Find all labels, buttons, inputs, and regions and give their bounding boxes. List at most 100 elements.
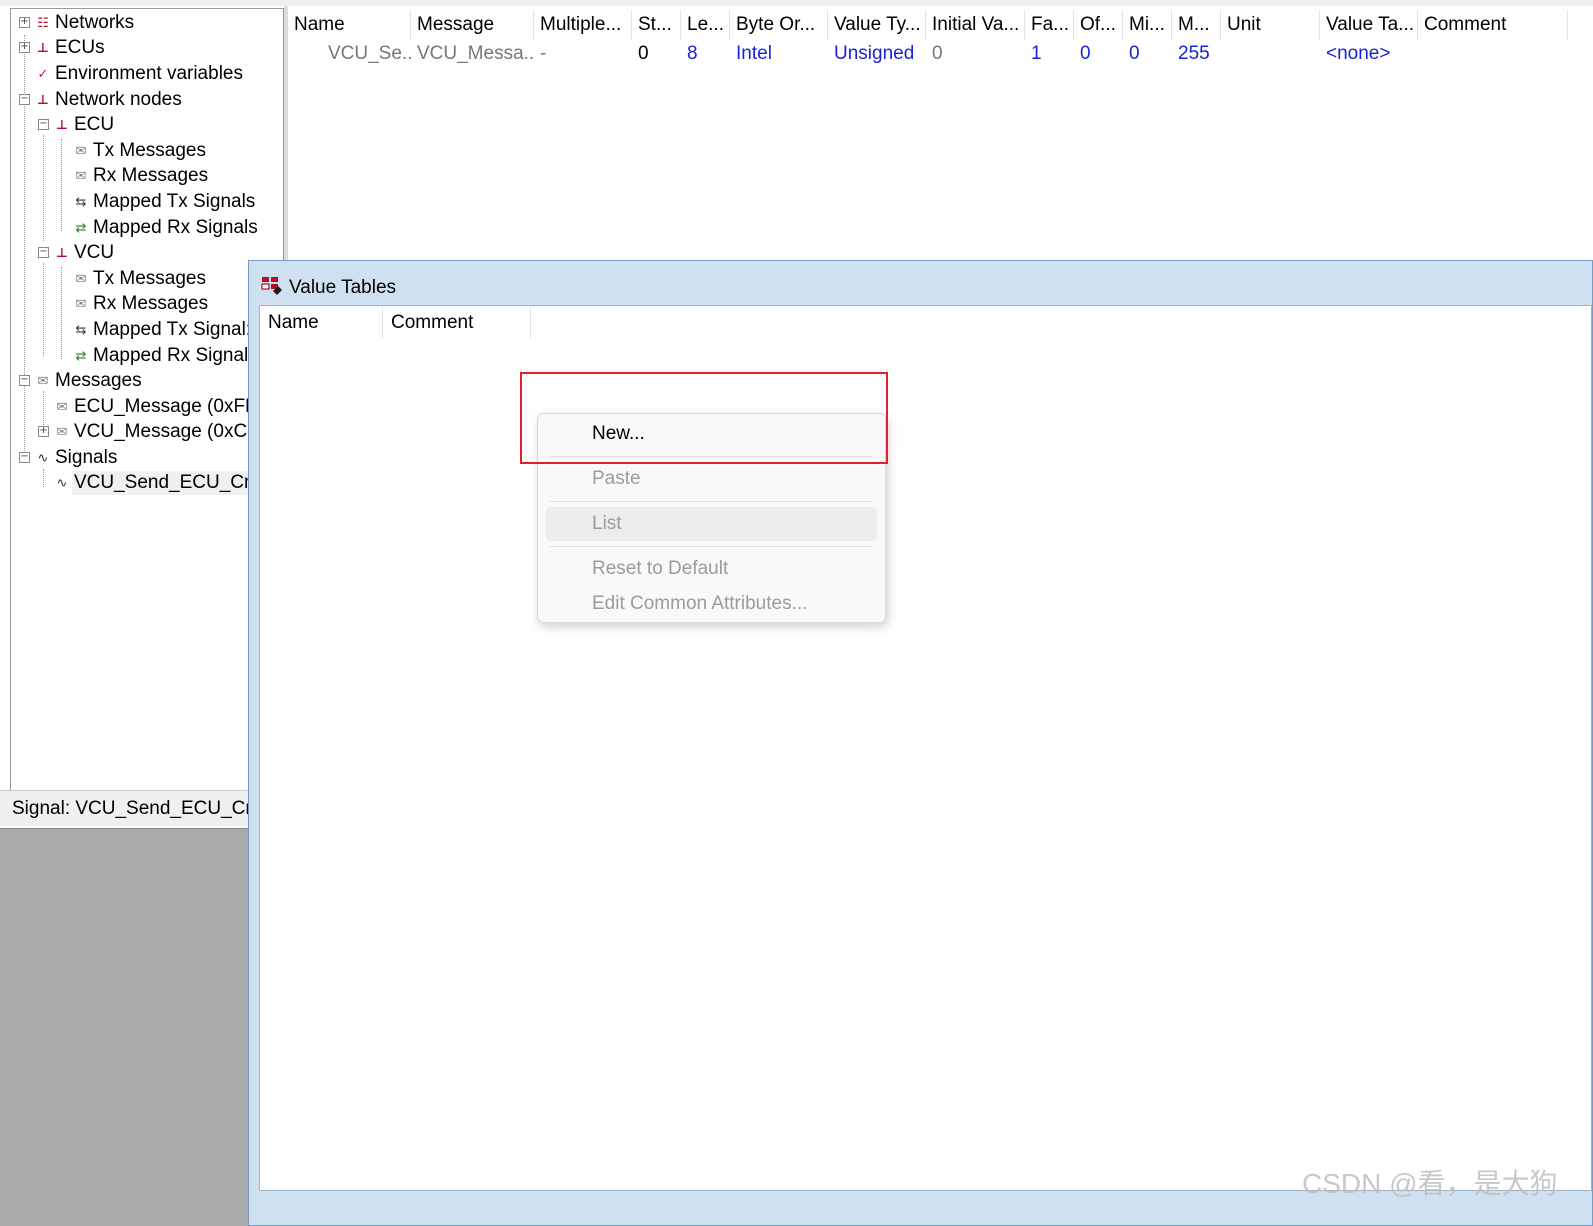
tree-item-ecu[interactable]: − ⊥ ECU xyxy=(11,113,281,137)
tree-label: Mapped Rx Signals xyxy=(93,217,258,238)
tree-item-vcu[interactable]: − ⊥ VCU xyxy=(11,241,281,265)
message-icon: ✉ xyxy=(37,373,49,388)
signal-icon: ∿ xyxy=(56,475,68,490)
window-title: Value Tables xyxy=(289,277,397,298)
tree-label: Mapped Rx Signal xyxy=(93,345,249,366)
tree-label: Network nodes xyxy=(55,89,182,110)
tree-label: Tx Messages xyxy=(93,140,206,161)
tree-label: ECUs xyxy=(55,37,105,58)
menu-separator xyxy=(550,501,873,502)
cell-minimum[interactable]: 0 xyxy=(1123,40,1172,68)
annotation-highlight-box xyxy=(520,372,888,464)
tree-item-ecu-mapped-tx-signals[interactable]: ⇆ Mapped Tx Signals xyxy=(11,190,281,214)
signal-list[interactable]: Name Message Multiple... St... Le... Byt… xyxy=(288,6,1593,262)
tree-item-signals[interactable]: − ∿ Signals xyxy=(11,446,281,470)
tree-item-vcu-rx-messages[interactable]: ✉ Rx Messages xyxy=(11,292,281,316)
column-header-message[interactable]: Message xyxy=(411,10,534,40)
network-node-icon: ⊥ xyxy=(56,245,68,260)
network-node-icon: ⊥ xyxy=(56,117,68,132)
tree-item-signal-vcu-send-ecu-cmd[interactable]: ∿ VCU_Send_ECU_Cmd xyxy=(11,471,281,495)
value-tables-window: Value Tables Name Comment xyxy=(248,260,1593,1226)
tree-item-vcu-message[interactable]: + ✉ VCU_Message (0xCF) xyxy=(11,420,281,444)
tree-label: ECU xyxy=(74,114,115,135)
signal-icon: ∿ xyxy=(306,40,312,68)
tree-item-ecus[interactable]: + ⊥ ECUs xyxy=(11,36,281,60)
column-header-name[interactable]: Name xyxy=(288,10,411,40)
expand-icon[interactable]: + xyxy=(19,17,30,28)
cell-byte-order[interactable]: Intel xyxy=(730,40,828,68)
column-header-unit[interactable]: Unit xyxy=(1221,10,1320,40)
tree-item-ecu-mapped-rx-signals[interactable]: ⇄ Mapped Rx Signals xyxy=(11,216,281,240)
column-header-startbit[interactable]: St... xyxy=(632,10,681,40)
tree-label: VCU xyxy=(74,242,115,263)
cell-value-type[interactable]: Unsigned xyxy=(828,40,926,68)
value-tables-list[interactable]: Name Comment xyxy=(259,305,1592,1191)
cell-offset[interactable]: 0 xyxy=(1074,40,1123,68)
menu-item-list[interactable]: List xyxy=(546,507,877,541)
collapse-icon[interactable]: − xyxy=(19,452,30,463)
tree-item-environment-variables[interactable]: ✓ Environment variables xyxy=(11,62,281,86)
cell-maximum[interactable]: 255 xyxy=(1172,40,1221,68)
menu-item-edit-common-attributes[interactable]: Edit Common Attributes... xyxy=(546,587,877,621)
mapped-tx-signal-icon: ⇆ xyxy=(75,322,87,337)
collapse-icon[interactable]: − xyxy=(19,94,30,105)
tree-item-ecu-tx-messages[interactable]: ✉ Tx Messages xyxy=(11,139,281,163)
tree-label: VCU_Send_ECU_Cmd xyxy=(72,471,273,495)
tree-label: Mapped Tx Signals xyxy=(93,191,256,212)
column-header-initial-value[interactable]: Initial Va... xyxy=(926,10,1025,40)
environment-variable-icon: ✓ xyxy=(37,66,49,81)
cell-factor[interactable]: 1 xyxy=(1025,40,1074,68)
collapse-icon[interactable]: − xyxy=(38,119,49,130)
column-header-factor[interactable]: Fa... xyxy=(1025,10,1074,40)
networks-icon: ☷ xyxy=(37,15,49,30)
tree-item-networks[interactable]: + ☷ Networks xyxy=(11,11,281,35)
expand-icon[interactable]: + xyxy=(38,426,49,437)
cell-multiplexing[interactable]: - xyxy=(534,40,632,68)
tree-label: Tx Messages xyxy=(93,268,206,289)
column-header-byte-order[interactable]: Byte Or... xyxy=(730,10,828,40)
cell-startbit[interactable]: 0 xyxy=(632,40,681,68)
tree-item-messages[interactable]: − ✉ Messages xyxy=(11,369,281,393)
column-header-offset[interactable]: Of... xyxy=(1074,10,1123,40)
column-header-minimum[interactable]: Mi... xyxy=(1123,10,1172,40)
collapse-icon[interactable]: − xyxy=(19,375,30,386)
watermark: CSDN @看，是大狗 xyxy=(1302,1168,1558,1199)
message-icon: ✉ xyxy=(75,296,87,311)
column-header-maximum[interactable]: M... xyxy=(1172,10,1221,40)
tree-label: Messages xyxy=(55,370,142,391)
tree-item-vcu-tx-messages[interactable]: ✉ Tx Messages xyxy=(11,267,281,291)
cell-value-table[interactable]: <none> xyxy=(1320,40,1418,68)
cell-unit[interactable] xyxy=(1221,40,1320,68)
tree-item-vcu-mapped-rx-signals[interactable]: ⇄ Mapped Rx Signal xyxy=(11,344,281,368)
collapse-icon[interactable]: − xyxy=(38,247,49,258)
message-icon: ✉ xyxy=(75,168,87,183)
tree-item-ecu-rx-messages[interactable]: ✉ Rx Messages xyxy=(11,164,281,188)
message-icon: ✉ xyxy=(75,143,87,158)
column-header-comment[interactable]: Comment xyxy=(1418,10,1568,40)
column-header-value-type[interactable]: Value Ty... xyxy=(828,10,926,40)
tree-label: Networks xyxy=(55,12,135,33)
window-title-bar[interactable]: Value Tables xyxy=(249,261,1592,305)
column-header-multiplexing[interactable]: Multiple... xyxy=(534,10,632,40)
tree-label: Rx Messages xyxy=(93,165,209,186)
cell-initial-value[interactable]: 0 xyxy=(926,40,1025,68)
tree-label: VCU_Message (0xCF) xyxy=(74,421,266,442)
expand-icon[interactable]: + xyxy=(19,42,30,53)
menu-item-paste[interactable]: Paste xyxy=(546,462,877,496)
tree-item-network-nodes[interactable]: − ⊥ Network nodes xyxy=(11,88,281,112)
cell-comment[interactable] xyxy=(1418,40,1568,68)
column-header-name[interactable]: Name xyxy=(260,308,383,338)
mapped-tx-signal-icon: ⇆ xyxy=(75,194,87,209)
cell-name[interactable]: VCU_Se... xyxy=(322,40,411,68)
value-table-icon xyxy=(261,277,282,295)
tree-panel[interactable]: + ☷ Networks + ⊥ ECUs ✓ Environment vari… xyxy=(10,8,284,792)
column-header-value-table[interactable]: Value Ta... xyxy=(1320,10,1418,40)
cell-length[interactable]: 8 xyxy=(681,40,730,68)
column-header-comment[interactable]: Comment xyxy=(383,308,531,338)
column-header-length[interactable]: Le... xyxy=(681,10,730,40)
tree-item-vcu-mapped-tx-signals[interactable]: ⇆ Mapped Tx Signal: xyxy=(11,318,281,342)
cell-message[interactable]: VCU_Messa... xyxy=(411,40,534,68)
tree-label: Environment variables xyxy=(55,63,243,84)
tree-item-ecu-message[interactable]: ✉ ECU_Message (0xFD) xyxy=(11,395,281,419)
menu-item-reset-to-default[interactable]: Reset to Default xyxy=(546,552,877,586)
